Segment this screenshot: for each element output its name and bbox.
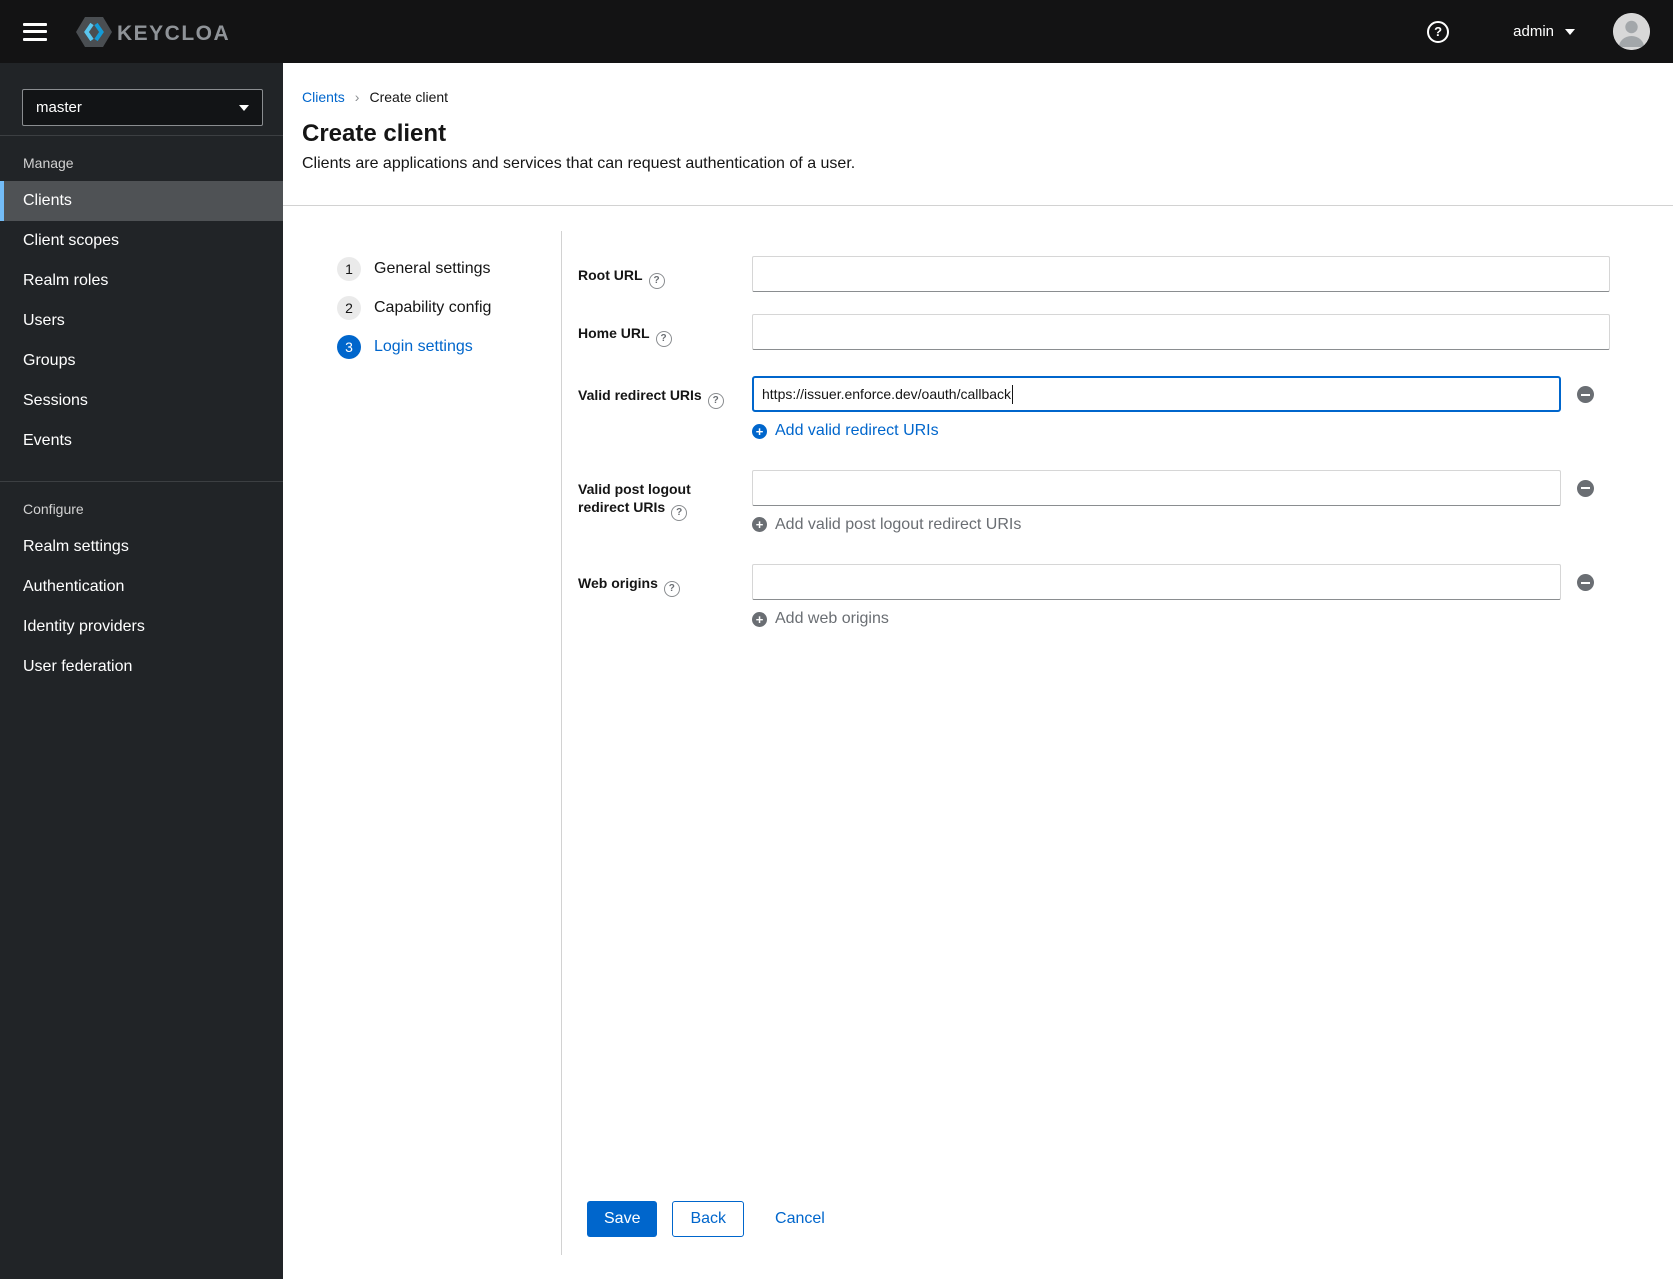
help-icon[interactable]: ? xyxy=(1427,20,1450,43)
realm-selector-dropdown[interactable]: master xyxy=(22,89,263,126)
app-body: master Manage Clients Client scopes Real… xyxy=(0,63,1673,1279)
cancel-button[interactable]: Cancel xyxy=(775,1201,825,1237)
root-url-label: Root URL? xyxy=(578,256,736,289)
wizard-step-capability-config[interactable]: 2 Capability config xyxy=(337,296,561,320)
breadcrumb: Clients › Create client xyxy=(302,89,1649,105)
login-settings-form: Root URL? Home URL? Valid redirect URIs … xyxy=(562,206,1673,1279)
page-subtitle: Clients are applications and services th… xyxy=(302,155,856,172)
web-origins-input[interactable] xyxy=(752,564,1561,600)
nav-section-configure: Configure xyxy=(23,501,84,517)
masthead: KEYCLOAK ? admin xyxy=(0,0,1673,63)
root-url-input[interactable] xyxy=(752,256,1610,292)
sidebar-item-users[interactable]: Users xyxy=(0,301,283,341)
plus-circle-icon: + xyxy=(752,611,767,627)
add-valid-redirect-uris-button[interactable]: + Add valid redirect URIs xyxy=(752,422,939,440)
wizard-nav: 1 General settings 2 Capability config 3… xyxy=(283,231,562,1255)
keycloak-admin-console: KEYCLOAK ? admin master xyxy=(0,0,1673,1279)
add-post-logout-redirect-uris-button[interactable]: + Add valid post logout redirect URIs xyxy=(752,516,1021,534)
breadcrumb-current: Create client xyxy=(369,89,449,105)
step-number: 1 xyxy=(337,257,361,281)
valid-redirect-uris-row: Valid redirect URIs? https://issuer.enfo… xyxy=(562,376,1673,441)
masthead-toolbar: ? admin xyxy=(1427,13,1650,50)
web-origins-label: Web origins? xyxy=(578,564,736,597)
username: admin xyxy=(1513,23,1554,40)
sidebar-item-realm-roles[interactable]: Realm roles xyxy=(0,261,283,301)
realm-selector-block: master xyxy=(0,63,283,136)
save-button[interactable]: Save xyxy=(587,1201,658,1237)
sidebar-item-realm-settings[interactable]: Realm settings xyxy=(0,527,283,567)
step-label: General settings xyxy=(374,260,491,277)
step-label: Capability config xyxy=(374,299,492,316)
nav-toggle-hamburger-icon[interactable] xyxy=(23,22,47,41)
wizard-step-login-settings[interactable]: 3 Login settings xyxy=(337,335,561,359)
chevron-down-icon xyxy=(239,104,249,111)
home-url-input[interactable] xyxy=(752,314,1610,350)
sidebar-item-groups[interactable]: Groups xyxy=(0,341,283,381)
home-url-help-icon[interactable]: ? xyxy=(655,331,672,347)
root-url-row: Root URL? xyxy=(562,256,1673,292)
nav-section-manage: Manage xyxy=(23,155,74,171)
avatar[interactable] xyxy=(1613,13,1650,50)
post-logout-redirect-uris-help-icon[interactable]: ? xyxy=(671,504,688,521)
sidebar-item-identity-providers[interactable]: Identity providers xyxy=(0,607,283,647)
plus-circle-icon: + xyxy=(752,423,767,439)
text-cursor xyxy=(1012,384,1014,404)
valid-redirect-uris-value: https://issuer.enforce.dev/oauth/callbac… xyxy=(762,386,1012,402)
remove-post-logout-redirect-uri-button[interactable] xyxy=(1577,479,1594,497)
keycloak-logo: KEYCLOAK xyxy=(76,15,230,49)
sidebar-item-events[interactable]: Events xyxy=(0,421,283,461)
valid-redirect-uris-input[interactable]: https://issuer.enforce.dev/oauth/callbac… xyxy=(752,376,1561,412)
back-button[interactable]: Back xyxy=(672,1201,745,1237)
main-content: Clients › Create client Create client Cl… xyxy=(283,63,1673,1279)
home-url-row: Home URL? xyxy=(562,314,1673,350)
post-logout-redirect-uris-row: Valid post logout redirect URIs? + Add v… xyxy=(562,469,1673,535)
web-origins-help-icon[interactable]: ? xyxy=(663,581,680,597)
sidebar-item-client-scopes[interactable]: Client scopes xyxy=(0,221,283,261)
svg-text:KEYCLOAK: KEYCLOAK xyxy=(117,22,230,45)
home-url-label: Home URL? xyxy=(578,314,736,347)
post-logout-redirect-uris-label: Valid post logout redirect URIs? xyxy=(578,470,736,521)
sidebar-item-authentication[interactable]: Authentication xyxy=(0,567,283,607)
page-title: Create client xyxy=(302,120,447,147)
valid-redirect-uris-help-icon[interactable]: ? xyxy=(707,393,724,409)
sidebar: master Manage Clients Client scopes Real… xyxy=(0,63,283,1279)
add-web-origins-button[interactable]: + Add web origins xyxy=(752,610,889,628)
chevron-down-icon xyxy=(1565,28,1575,35)
realm-name: master xyxy=(36,99,82,116)
root-url-help-icon[interactable]: ? xyxy=(648,273,665,289)
plus-circle-icon: + xyxy=(752,517,767,532)
step-number: 3 xyxy=(337,335,361,359)
web-origins-row: Web origins? + Add web origins xyxy=(562,564,1673,629)
post-logout-redirect-uris-input[interactable] xyxy=(752,469,1561,506)
wizard-action-bar: Save Back Cancel xyxy=(562,1201,1673,1279)
page-header: Clients › Create client Create client Cl… xyxy=(283,63,1673,206)
step-label: Login settings xyxy=(374,338,473,355)
sidebar-item-clients[interactable]: Clients xyxy=(0,181,283,221)
create-client-wizard: 1 General settings 2 Capability config 3… xyxy=(283,206,1673,1279)
sidebar-item-user-federation[interactable]: User federation xyxy=(0,647,283,687)
breadcrumb-clients-link[interactable]: Clients xyxy=(302,89,345,105)
sidebar-item-sessions[interactable]: Sessions xyxy=(0,381,283,421)
remove-valid-redirect-uri-button[interactable] xyxy=(1577,386,1594,403)
valid-redirect-uris-label: Valid redirect URIs? xyxy=(578,376,736,409)
step-number: 2 xyxy=(337,296,361,320)
user-menu-dropdown[interactable]: admin xyxy=(1513,23,1575,40)
keycloak-logo-icon: KEYCLOAK xyxy=(76,16,230,47)
breadcrumb-separator-icon: › xyxy=(354,89,360,105)
wizard-step-general-settings[interactable]: 1 General settings xyxy=(337,257,561,281)
remove-web-origin-button[interactable] xyxy=(1577,574,1594,591)
